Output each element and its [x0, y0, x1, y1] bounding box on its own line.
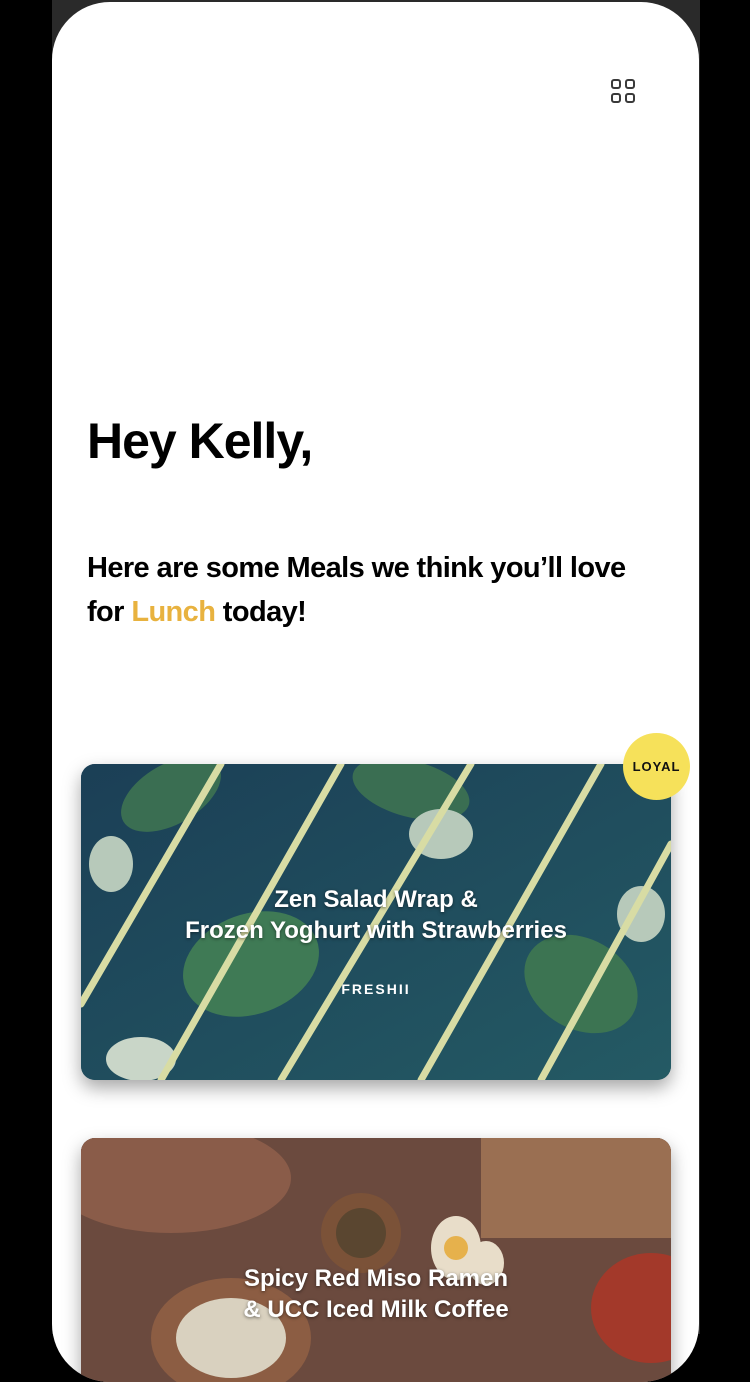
subtitle-text-end: today! — [215, 596, 307, 628]
loyal-badge: LOYAL — [623, 733, 690, 800]
restaurant-brand: FRESHII — [341, 981, 411, 997]
meal-title-line: Zen Salad Wrap & — [274, 886, 478, 913]
grid-menu-icon[interactable] — [609, 77, 639, 107]
meal-card-title: Zen Salad Wrap & Frozen Yoghurt with Str… — [81, 884, 671, 946]
ramen-coffee-image — [81, 1138, 671, 1382]
grid-cell — [625, 79, 635, 89]
screen: Hey Kelly, Here are some Meals we think … — [52, 2, 699, 1382]
meal-card-title: Spicy Red Miso Ramen & UCC Iced Milk Cof… — [81, 1263, 671, 1325]
grid-cell — [611, 79, 621, 89]
grid-cell — [625, 93, 635, 103]
grid-cell — [611, 93, 621, 103]
meal-title-line: & UCC Iced Milk Coffee — [243, 1296, 509, 1323]
meal-card[interactable]: Zen Salad Wrap & Frozen Yoghurt with Str… — [81, 764, 671, 1080]
greeting-title: Hey Kelly, — [87, 413, 313, 469]
meal-title-line: Frozen Yoghurt with Strawberries — [185, 917, 567, 944]
meal-suggestion-subtitle: Here are some Meals we think you’ll love… — [87, 546, 647, 634]
meal-title-line: Spicy Red Miso Ramen — [243, 1265, 509, 1292]
meal-card[interactable]: Spicy Red Miso Ramen & UCC Iced Milk Cof… — [81, 1138, 671, 1382]
meal-time-highlight: Lunch — [131, 596, 216, 628]
